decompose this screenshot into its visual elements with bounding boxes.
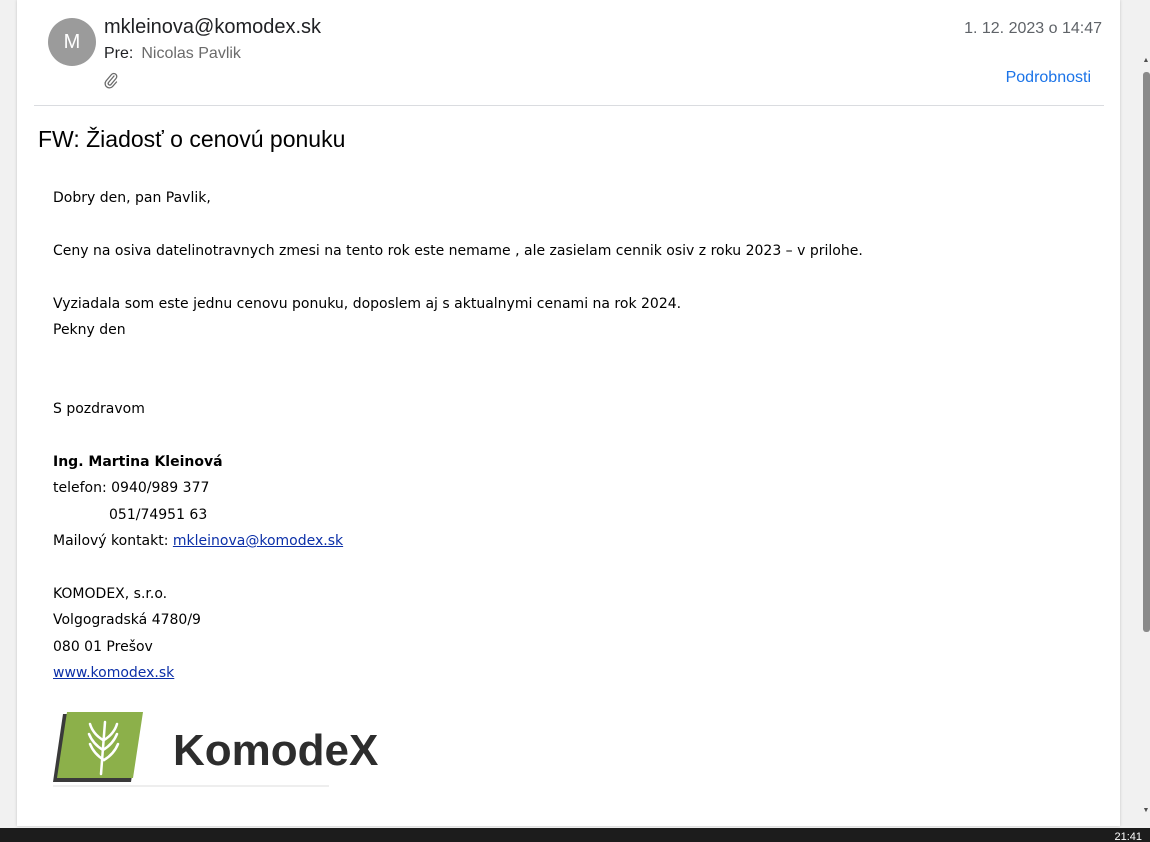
email-viewer: M mkleinova@komodex.sk Pre: Nicolas Pavli… <box>0 0 1150 842</box>
body-paragraph-1: Ceny na osiva datelinotravnych zmesi na … <box>53 243 863 259</box>
message-date: 1. 12. 2023 o 14:47 <box>964 20 1102 37</box>
signature-company: KOMODEX, s.r.o. <box>53 586 168 602</box>
signature-phone-2: 051/74951 63 <box>109 507 208 523</box>
recipient-name[interactable]: Nicolas Pavlik <box>141 45 241 62</box>
signature-web-link[interactable]: www.komodex.sk <box>53 665 174 681</box>
signature-mail-row: Mailový kontakt: mkleinova@komodex.sk <box>53 533 343 549</box>
scroll-up-arrow-icon[interactable]: ▲ <box>1142 56 1150 66</box>
body-closing: S pozdravom <box>53 401 145 417</box>
signature-mail-link[interactable]: mkleinova@komodex.sk <box>173 533 343 549</box>
paperclip-icon[interactable] <box>103 72 119 90</box>
komodex-logo: KomodeX <box>53 712 378 787</box>
signature-city: 080 01 Prešov <box>53 639 153 655</box>
taskbar-clock[interactable]: 21:41 <box>1114 832 1142 842</box>
recipient-label: Pre: <box>104 45 134 62</box>
svg-text:KomodeX: KomodeX <box>173 726 378 775</box>
taskbar: 21:41 <box>0 828 1150 842</box>
body-greeting: Dobry den, pan Pavlik, <box>53 190 211 206</box>
scrollbar-thumb[interactable] <box>1143 72 1150 632</box>
signature-street: Volgogradská 4780/9 <box>53 612 201 628</box>
body-paragraph-2: Vyziadala som este jednu cenovu ponuku, … <box>53 296 682 312</box>
header-divider <box>34 105 1104 106</box>
body-paragraph-3: Pekny den <box>53 322 126 338</box>
message-subject: FW: Žiadosť o cenovú ponuku <box>38 126 346 152</box>
sender-address[interactable]: mkleinova@komodex.sk <box>104 16 321 39</box>
signature-name: Ing. Martina Kleinová <box>53 454 223 470</box>
scroll-down-arrow-icon[interactable]: ▼ <box>1142 806 1150 816</box>
recipient-row: Pre: Nicolas Pavlik <box>104 45 241 63</box>
details-link[interactable]: Podrobnosti <box>1006 69 1091 87</box>
message-card: M mkleinova@komodex.sk Pre: Nicolas Pavli… <box>17 0 1120 826</box>
avatar: M <box>48 18 96 66</box>
signature-mail-label: Mailový kontakt: <box>53 533 169 549</box>
signature-phone-1: telefon: 0940/989 377 <box>53 480 210 496</box>
